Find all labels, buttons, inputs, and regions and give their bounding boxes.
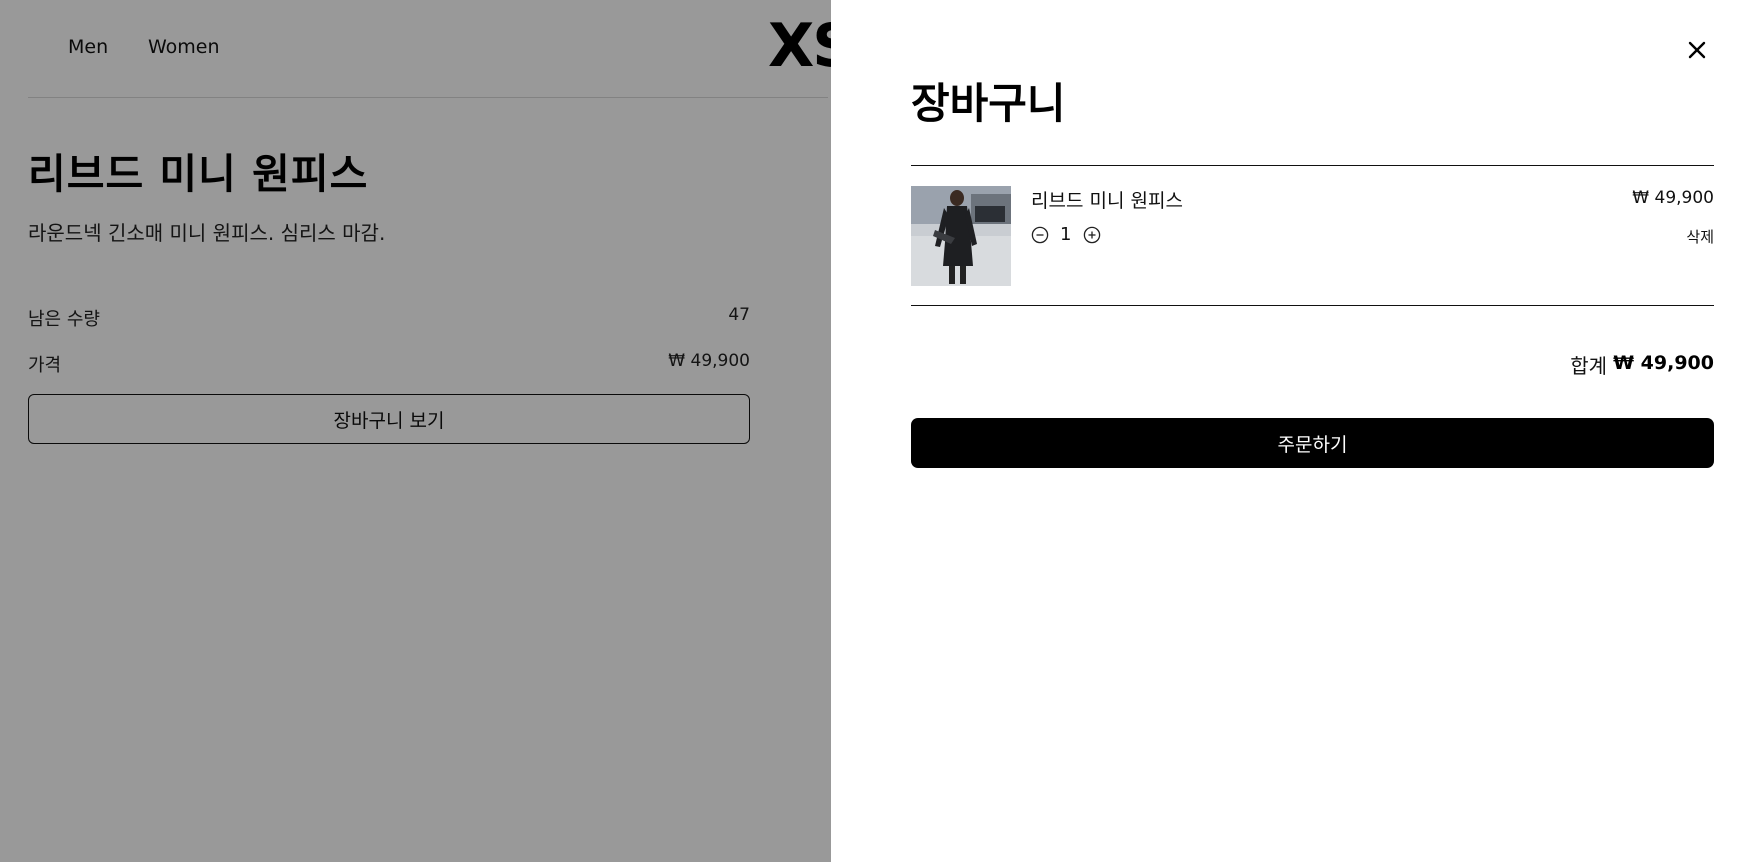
close-icon[interactable]	[1685, 38, 1709, 62]
cart-item: 리브드 미니 원피스 1 ₩ 49,900 삭제	[911, 186, 1714, 286]
item-name: 리브드 미니 원피스	[1031, 190, 1183, 212]
item-price: ₩ 49,900	[1632, 188, 1714, 208]
cart-divider-bottom	[911, 305, 1714, 306]
total-row: 합계 ₩ 49,900	[911, 350, 1714, 380]
cart-title: 장바구니	[911, 79, 1066, 128]
minus-circle-icon[interactable]	[1031, 226, 1049, 244]
cart-drawer: 장바구니 리브드 미니 원피스 1 ₩ 49,900 삭제 합계 ₩ 49,90…	[831, 0, 1748, 862]
cart-divider-top	[911, 165, 1714, 166]
order-button[interactable]: 주문하기	[911, 418, 1714, 468]
plus-circle-icon[interactable]	[1083, 226, 1101, 244]
delete-button[interactable]: 삭제	[1686, 226, 1714, 247]
quantity-value: 1	[1060, 224, 1072, 245]
total-label: 합계	[1570, 354, 1607, 378]
total-value: ₩ 49,900	[1613, 352, 1714, 374]
item-thumbnail[interactable]	[911, 186, 1011, 286]
